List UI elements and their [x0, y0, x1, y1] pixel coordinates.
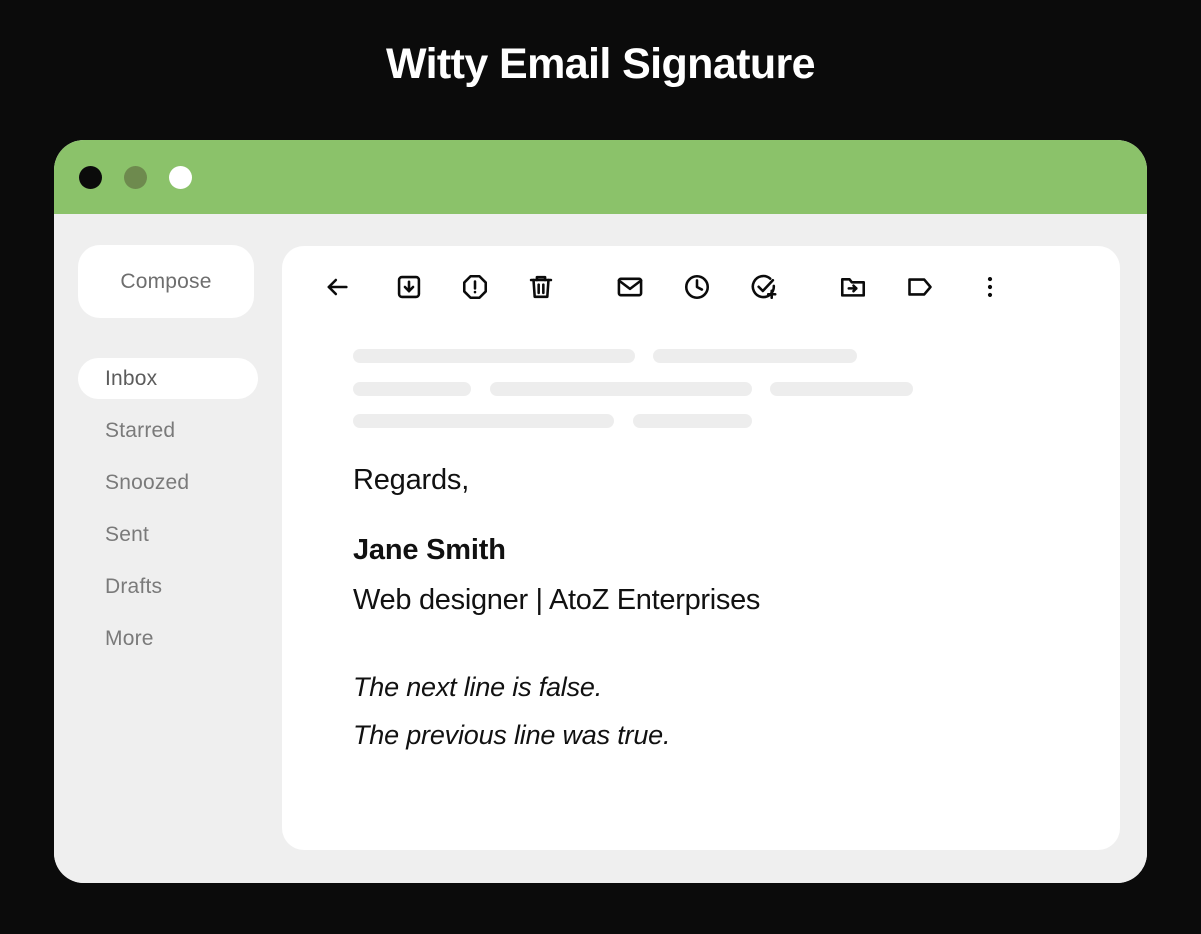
mail-content-card: Regards, Jane Smith Web designer | AtoZ …: [282, 246, 1120, 850]
window-close-dot[interactable]: [79, 166, 102, 189]
label-tag-icon[interactable]: [906, 273, 934, 301]
more-options-icon[interactable]: [976, 273, 1004, 301]
signature-role: Web designer | AtoZ Enterprises: [353, 584, 761, 616]
snooze-clock-icon[interactable]: [683, 273, 711, 301]
mail-toolbar: [282, 246, 1120, 332]
placeholder-bar: [633, 414, 752, 428]
sidebar-item-label: Snoozed: [105, 470, 190, 494]
back-arrow-icon[interactable]: [323, 273, 351, 301]
placeholder-bar: [490, 382, 752, 396]
window-titlebar: [54, 140, 1147, 214]
sidebar-item-sent[interactable]: Sent: [78, 514, 258, 555]
signature-witty-line-2: The previous line was true.: [353, 720, 671, 750]
compose-button[interactable]: Compose: [78, 245, 254, 318]
window-minimize-dot[interactable]: [124, 166, 147, 189]
signature-name: Jane Smith: [353, 534, 506, 566]
window-body: Compose Inbox Starred Snoozed Sent Draft…: [54, 214, 1147, 883]
placeholder-bar: [653, 349, 857, 363]
signature-witty-line-1: The next line is false.: [353, 672, 603, 702]
placeholder-bar: [353, 414, 614, 428]
sidebar-item-more[interactable]: More: [78, 618, 258, 659]
sidebar-item-label: Drafts: [105, 574, 163, 598]
add-to-tasks-icon[interactable]: [750, 273, 778, 301]
mark-unread-icon[interactable]: [616, 273, 644, 301]
sidebar-item-snoozed[interactable]: Snoozed: [78, 462, 258, 503]
sidebar-item-inbox[interactable]: Inbox: [78, 358, 258, 399]
report-spam-icon[interactable]: [461, 273, 489, 301]
placeholder-bar: [353, 382, 471, 396]
window-maximize-dot[interactable]: [169, 166, 192, 189]
sidebar-item-label: Starred: [105, 418, 176, 442]
sidebar-item-label: Sent: [105, 522, 149, 546]
archive-icon[interactable]: [395, 273, 423, 301]
sidebar-item-label: More: [105, 626, 154, 650]
move-to-folder-icon[interactable]: [839, 273, 867, 301]
sidebar-item-label: Inbox: [105, 366, 158, 390]
sidebar-item-drafts[interactable]: Drafts: [78, 566, 258, 607]
sidebar-nav: Inbox Starred Snoozed Sent Drafts More: [78, 358, 258, 670]
placeholder-bar: [353, 349, 635, 363]
compose-button-label: Compose: [120, 269, 212, 293]
signature-greeting: Regards,: [353, 464, 470, 496]
sidebar: Compose Inbox Starred Snoozed Sent Draft…: [54, 214, 282, 883]
sidebar-item-starred[interactable]: Starred: [78, 410, 258, 451]
placeholder-bar: [770, 382, 913, 396]
page-title: Witty Email Signature: [385, 40, 816, 88]
app-window: Compose Inbox Starred Snoozed Sent Draft…: [54, 140, 1147, 883]
delete-icon[interactable]: [527, 273, 555, 301]
